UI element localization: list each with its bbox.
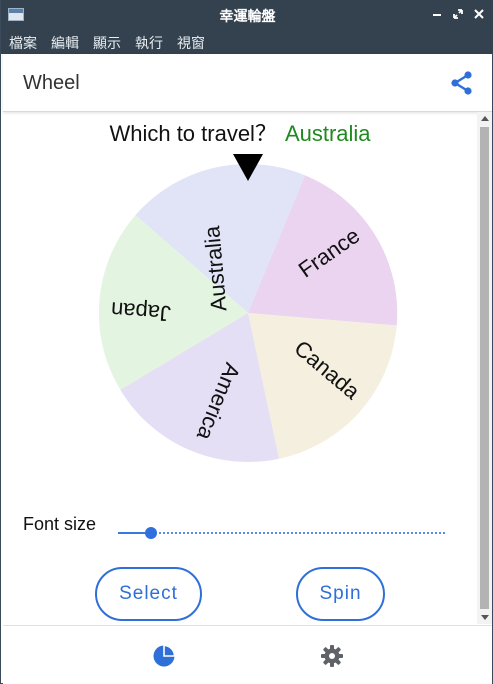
app-bar: Wheel xyxy=(3,54,492,112)
font-size-label: Font size xyxy=(23,514,97,534)
font-size-slider-track[interactable] xyxy=(118,532,445,534)
menu-window[interactable]: 視窗 xyxy=(177,33,205,53)
prize-wheel[interactable]: Australia France Canada America Japan xyxy=(98,154,398,464)
window-title: 幸運輪盤 xyxy=(219,9,276,25)
wheel-label-japan: Japan xyxy=(110,297,172,326)
restore-icon[interactable] xyxy=(448,4,468,24)
minimize-icon[interactable] xyxy=(427,4,447,24)
menu-file[interactable]: 檔案 xyxy=(9,33,37,53)
spin-button[interactable]: Spin xyxy=(296,567,385,621)
menu-edit[interactable]: 編輯 xyxy=(51,33,79,53)
app-window: 幸運輪盤 檔案 編輯 顯示 執行 視窗 Wheel Which to trave… xyxy=(0,0,493,684)
menu-run[interactable]: 執行 xyxy=(135,33,163,53)
question-line: Which to travel？ Australia xyxy=(3,116,477,148)
scroll-thumb[interactable] xyxy=(480,127,489,609)
pie-chart-icon[interactable] xyxy=(152,644,176,668)
page-title: Wheel xyxy=(23,72,80,94)
answer-text: Australia xyxy=(284,121,371,146)
close-icon[interactable] xyxy=(469,4,489,24)
title-bar: 幸運輪盤 xyxy=(1,0,493,30)
font-size-slider-thumb[interactable] xyxy=(145,527,157,539)
select-button[interactable]: Select xyxy=(95,567,202,621)
bottom-navigation xyxy=(3,625,492,684)
main-content: Which to travel？ Australia Australia Fran… xyxy=(3,112,477,624)
menu-view[interactable]: 顯示 xyxy=(93,33,121,53)
menu-bar: 檔案 編輯 顯示 執行 視窗 xyxy=(1,30,493,54)
vertical-scrollbar[interactable] xyxy=(477,112,492,624)
scroll-down-arrow-icon[interactable] xyxy=(481,615,489,620)
question-text: Which to travel？ xyxy=(109,121,277,146)
share-icon[interactable] xyxy=(449,70,475,96)
gear-icon[interactable] xyxy=(320,644,344,668)
scroll-up-arrow-icon[interactable] xyxy=(481,116,489,121)
